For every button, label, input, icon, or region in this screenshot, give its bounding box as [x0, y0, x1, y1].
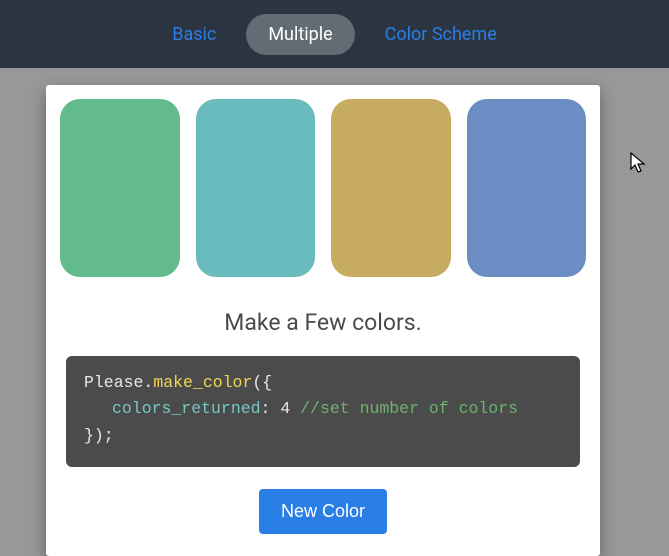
button-row: New Color: [60, 489, 586, 534]
code-example: Please.make_color({ colors_returned: 4 /…: [66, 356, 580, 467]
code-token-comment: //set number of colors: [300, 399, 518, 418]
code-line: });: [84, 423, 562, 449]
new-color-button[interactable]: New Color: [259, 489, 387, 534]
code-line: colors_returned: 4 //set number of color…: [84, 396, 562, 422]
code-token-open: ({: [252, 373, 272, 392]
code-token-close: });: [84, 426, 114, 445]
demo-card: Make a Few colors. Please.make_color({ c…: [46, 85, 600, 556]
tab-basic[interactable]: Basic: [150, 14, 238, 55]
code-token-object: Please: [84, 373, 143, 392]
card-heading: Make a Few colors.: [60, 309, 586, 336]
code-token-fn: make_color: [153, 373, 252, 392]
color-swatch: [331, 99, 451, 277]
tab-color-scheme[interactable]: Color Scheme: [363, 14, 519, 55]
swatch-row: [60, 99, 586, 277]
color-swatch: [467, 99, 587, 277]
code-token-dot: .: [143, 373, 153, 392]
code-token-key: colors_returned: [112, 399, 261, 418]
tab-multiple[interactable]: Multiple: [246, 14, 354, 55]
code-token-space: [290, 399, 300, 418]
topbar: Basic Multiple Color Scheme: [0, 0, 669, 68]
code-token-colon: :: [261, 399, 281, 418]
code-line: Please.make_color({: [84, 370, 562, 396]
color-swatch: [60, 99, 180, 277]
mouse-cursor-icon: [630, 152, 648, 176]
color-swatch: [196, 99, 316, 277]
code-token-value: 4: [280, 399, 290, 418]
